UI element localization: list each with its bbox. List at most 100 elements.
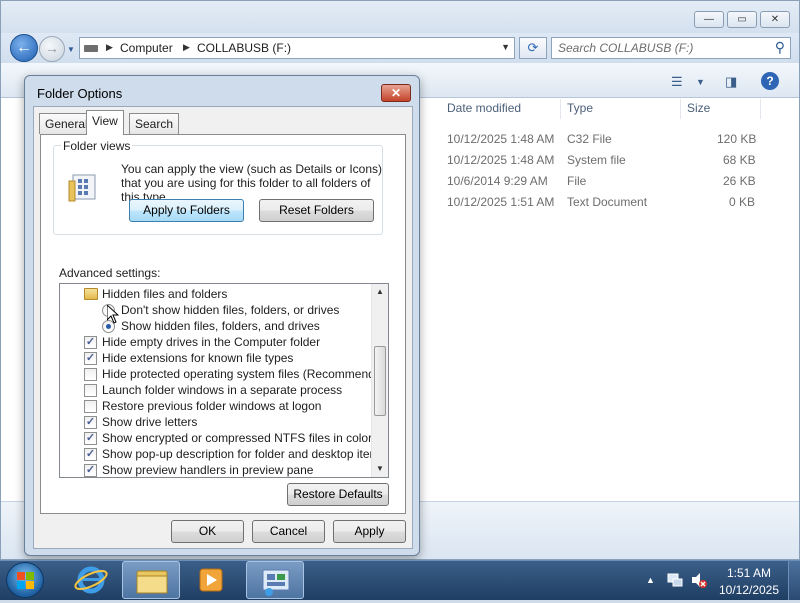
minimize-button[interactable]: — <box>694 11 724 28</box>
checkbox[interactable] <box>84 368 97 381</box>
list-item[interactable]: Launch folder windows in a separate proc… <box>60 382 372 398</box>
column-size[interactable]: Size <box>687 101 710 115</box>
list-item[interactable]: ✓ Hide empty drives in the Computer fold… <box>60 334 372 350</box>
view-tab-panel: Folder views You can apply the view (suc… <box>40 134 406 514</box>
breadcrumb-drive[interactable]: COLLABUSB (F:) <box>197 41 291 55</box>
list-item[interactable]: ✓ Show encrypted or compressed NTFS file… <box>60 430 372 446</box>
cancel-button[interactable]: Cancel <box>252 520 325 543</box>
network-icon[interactable] <box>666 571 684 589</box>
list-item[interactable]: Restore previous folder windows at logon <box>60 398 372 414</box>
view-dropdown-icon[interactable]: ▼ <box>696 77 705 87</box>
setting-label[interactable]: Don't show hidden files, folders, or dri… <box>121 303 339 317</box>
setting-label[interactable]: Show pop-up description for folder and d… <box>102 447 386 461</box>
maximize-button[interactable]: ▭ <box>727 11 757 28</box>
setting-label[interactable]: Hide extensions for known file types <box>102 351 293 365</box>
checkbox[interactable] <box>84 400 97 413</box>
dialog-title: Folder Options <box>37 86 123 101</box>
show-desktop-button[interactable] <box>788 561 800 600</box>
chevron-right-icon[interactable]: ▶ <box>183 42 190 53</box>
refresh-button[interactable]: ⟳ <box>519 37 547 59</box>
view-options-icon[interactable]: ☰ <box>671 74 683 90</box>
restore-defaults-button[interactable]: Restore Defaults <box>287 483 389 506</box>
media-player-icon <box>199 568 223 592</box>
folder-views-icon <box>68 174 96 202</box>
tab-search[interactable]: Search <box>129 113 180 134</box>
explorer-titlebar <box>1 1 799 33</box>
column-divider[interactable] <box>560 99 561 119</box>
scroll-down-icon[interactable]: ▼ <box>372 461 388 477</box>
advanced-settings-label: Advanced settings: <box>59 266 161 280</box>
file-size: 120 KB <box>717 132 757 146</box>
breadcrumb-computer[interactable]: Computer <box>120 41 173 55</box>
scroll-up-icon[interactable]: ▲ <box>372 284 388 300</box>
forward-button[interactable]: → <box>39 36 65 62</box>
back-button[interactable]: ← <box>10 34 38 62</box>
column-type[interactable]: Type <box>567 101 593 115</box>
tab-view[interactable]: View <box>86 110 124 135</box>
file-type: File <box>567 174 587 188</box>
mouse-cursor-icon <box>107 305 119 324</box>
list-item[interactable]: ✓ Show pop-up description for folder and… <box>60 446 386 462</box>
volume-muted-icon[interactable] <box>690 571 708 589</box>
setting-label[interactable]: Restore previous folder windows at logon <box>102 399 321 413</box>
dialog-body: General View Search Folder views You can… <box>33 106 413 549</box>
setting-label[interactable]: Show hidden files, folders, and drives <box>121 319 320 333</box>
folder-views-description: You can apply the view (such as Details … <box>121 162 383 204</box>
list-item[interactable]: ✓ Show drive letters <box>60 414 372 430</box>
media-player-taskbar-button[interactable] <box>182 561 240 599</box>
internet-explorer-taskbar-button[interactable] <box>62 561 120 599</box>
checkbox[interactable]: ✓ <box>84 448 97 461</box>
search-input[interactable]: Search COLLABUSB (F:) ⚲ <box>551 37 791 59</box>
checkbox[interactable]: ✓ <box>84 352 97 365</box>
column-date-modified[interactable]: Date modified <box>447 101 521 115</box>
file-type: System file <box>567 153 626 167</box>
drive-icon <box>84 45 98 52</box>
list-item[interactable]: Hide protected operating system files (R… <box>60 366 388 382</box>
chevron-right-icon[interactable]: ▶ <box>106 42 113 53</box>
setting-label[interactable]: Show drive letters <box>102 415 197 429</box>
clock-time[interactable]: 1:51 AM <box>714 566 784 580</box>
help-icon[interactable]: ? <box>761 72 779 90</box>
search-icon[interactable]: ⚲ <box>775 39 785 56</box>
setting-label[interactable]: Hide empty drives in the Computer folder <box>102 335 320 349</box>
history-dropdown-icon[interactable]: ▼ <box>67 45 75 54</box>
scrollbar-thumb[interactable] <box>374 346 386 416</box>
address-bar[interactable]: ▶ Computer ▶ COLLABUSB (F:) ▼ <box>79 37 515 59</box>
explorer-taskbar-button[interactable] <box>122 561 180 599</box>
show-hidden-icons-icon[interactable]: ▲ <box>646 575 655 585</box>
column-divider[interactable] <box>760 99 761 119</box>
checkbox[interactable]: ✓ <box>84 416 97 429</box>
search-placeholder: Search COLLABUSB (F:) <box>558 41 694 55</box>
explorer-close-button[interactable]: ✕ <box>760 11 790 28</box>
apply-button[interactable]: Apply <box>333 520 406 543</box>
list-item: Hidden files and folders <box>60 286 372 302</box>
file-size: 26 KB <box>723 174 756 188</box>
preview-pane-icon[interactable]: ◨ <box>725 74 737 90</box>
checkbox[interactable]: ✓ <box>84 432 97 445</box>
windows-logo-icon <box>17 572 35 590</box>
setting-label: Hidden files and folders <box>102 287 228 301</box>
checkbox[interactable] <box>84 384 97 397</box>
start-button[interactable] <box>6 562 44 598</box>
folder-options-dialog: Folder Options ✕ General View Search Fol… <box>24 75 420 556</box>
column-divider[interactable] <box>680 99 681 119</box>
list-item[interactable]: ✓ Hide extensions for known file types <box>60 350 372 366</box>
setting-label[interactable]: Show preview handlers in preview pane <box>102 463 313 477</box>
clock-date[interactable]: 10/12/2025 <box>714 583 784 597</box>
ok-button[interactable]: OK <box>171 520 244 543</box>
file-type: C32 File <box>567 132 612 146</box>
control-panel-icon <box>262 569 290 596</box>
reset-folders-button[interactable]: Reset Folders <box>259 199 374 222</box>
folder-options-taskbar-button[interactable] <box>246 561 304 599</box>
setting-label[interactable]: Show encrypted or compressed NTFS files … <box>102 431 372 445</box>
folder-icon <box>84 288 98 300</box>
checkbox[interactable]: ✓ <box>84 464 97 477</box>
list-item[interactable]: ✓ Show preview handlers in preview pane <box>60 462 372 477</box>
setting-label[interactable]: Hide protected operating system files (R… <box>102 367 388 381</box>
setting-label[interactable]: Launch folder windows in a separate proc… <box>102 383 342 397</box>
address-dropdown-icon[interactable]: ▼ <box>501 42 510 52</box>
apply-to-folders-button[interactable]: Apply to Folders <box>129 199 244 222</box>
checkbox[interactable]: ✓ <box>84 336 97 349</box>
close-icon[interactable]: ✕ <box>381 84 411 102</box>
settings-scrollbar[interactable]: ▲ ▼ <box>371 284 388 477</box>
